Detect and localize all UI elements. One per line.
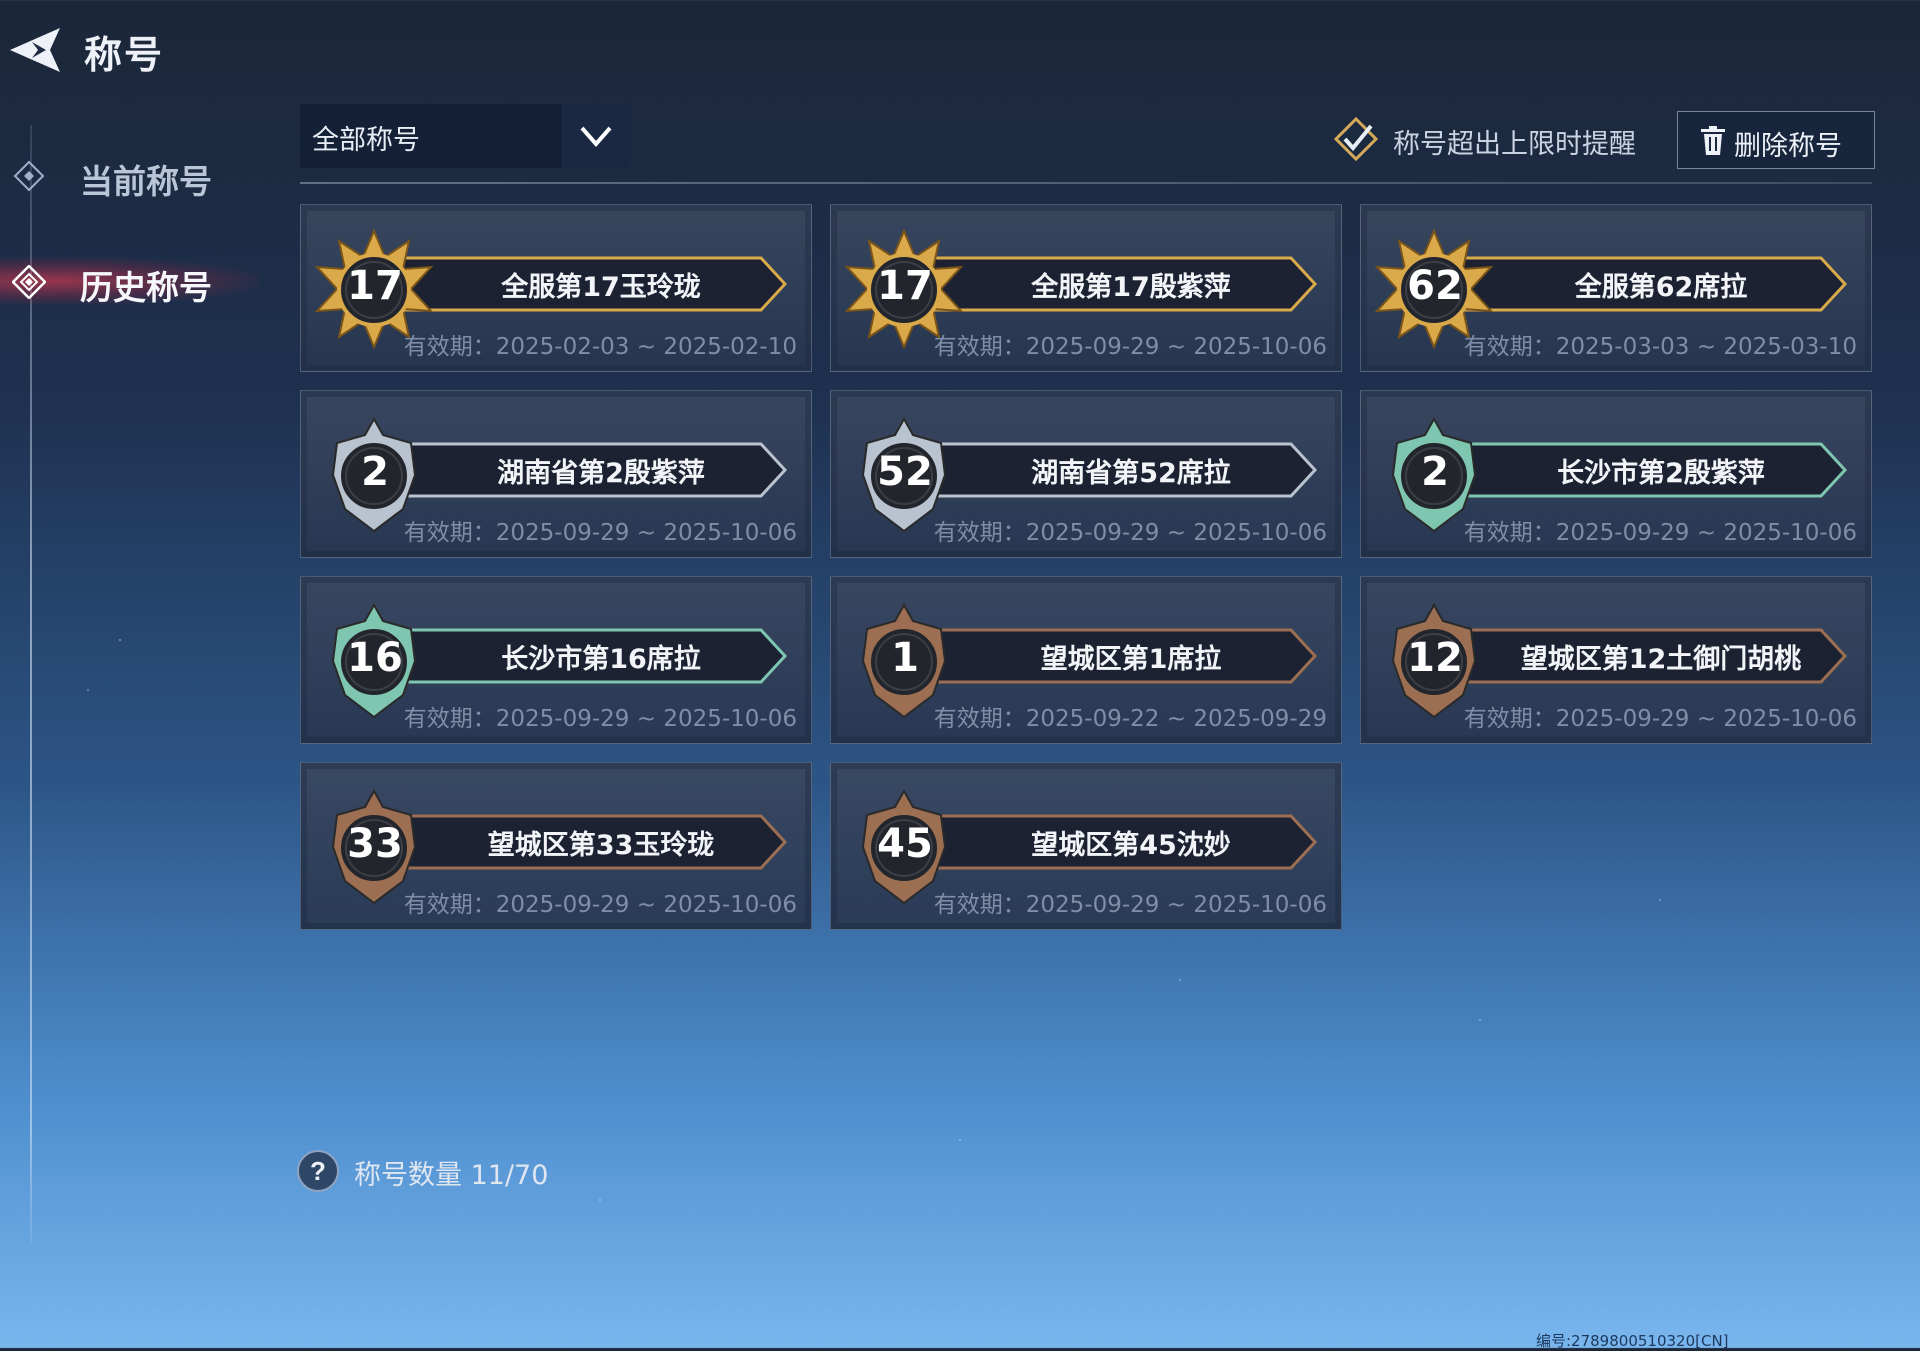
rank-number: 12: [1407, 635, 1463, 681]
title-name: 全服第17玉玲珑: [501, 272, 701, 303]
title-name: 望城区第12土御门胡桃: [1520, 644, 1802, 675]
page-title: 称号: [84, 33, 165, 77]
title-name: 湖南省第2殷紫萍: [497, 458, 705, 489]
rank-number: 1: [891, 635, 919, 681]
validity-period: 有效期：2025-09-29 ~ 2025-10-06: [933, 334, 1327, 360]
rank-number: 45: [877, 821, 933, 867]
delete-title-button[interactable]: 删除称号: [1677, 111, 1875, 169]
title-name: 长沙市第2殷紫萍: [1557, 458, 1765, 489]
title-name: 湖南省第52席拉: [1031, 458, 1231, 489]
rank-number: 62: [1407, 263, 1463, 309]
sidebar-item-label: 当前称号: [80, 162, 212, 201]
chevron-down-icon: [580, 126, 612, 148]
title-card[interactable]: 33 望城区第33玉玲珑 有效期：2025-09-29 ~ 2025-10-06: [300, 762, 812, 930]
title-card[interactable]: 17 全服第17殷紫萍 有效期：2025-09-29 ~ 2025-10-06: [830, 204, 1342, 372]
checkmark-diamond-icon: [1333, 116, 1379, 162]
dropdown-toggle[interactable]: [562, 104, 630, 168]
title-name: 全服第62席拉: [1574, 272, 1748, 303]
rank-number: 2: [361, 449, 389, 495]
title-card[interactable]: 2 长沙市第2殷紫萍 有效期：2025-09-29 ~ 2025-10-06: [1360, 390, 1872, 558]
rank-number: 33: [347, 821, 403, 867]
title-name: 望城区第45沈妙: [1031, 830, 1231, 861]
sidebar-item-label: 历史称号: [80, 268, 212, 307]
trash-icon: [1701, 126, 1725, 155]
title-card[interactable]: 45 望城区第45沈妙 有效期：2025-09-29 ~ 2025-10-06: [830, 762, 1342, 930]
title-card[interactable]: 16 长沙市第16席拉 有效期：2025-09-29 ~ 2025-10-06: [300, 576, 812, 744]
title-count-help-button[interactable]: ?: [296, 1149, 340, 1193]
toolbar-divider: [300, 182, 1872, 184]
title-name: 全服第17殷紫萍: [1031, 272, 1231, 303]
sidebar-item-current-titles[interactable]: 当前称号: [0, 145, 260, 205]
filter-selected-value: 全部称号: [312, 125, 420, 156]
validity-period: 有效期：2025-09-29 ~ 2025-10-06: [933, 520, 1327, 546]
rank-number: 52: [877, 449, 933, 495]
validity-period: 有效期：2025-09-29 ~ 2025-10-06: [933, 892, 1327, 918]
validity-period: 有效期：2025-09-29 ~ 2025-10-06: [403, 892, 797, 918]
rank-number: 17: [877, 263, 933, 309]
validity-period: 有效期：2025-09-29 ~ 2025-10-06: [403, 520, 797, 546]
title-card[interactable]: 2 湖南省第2殷紫萍 有效期：2025-09-29 ~ 2025-10-06: [300, 390, 812, 558]
validity-period: 有效期：2025-09-29 ~ 2025-10-06: [1463, 520, 1857, 546]
sidebar-item-history-titles[interactable]: 历史称号: [0, 251, 260, 311]
diamond-active-icon: [12, 265, 46, 299]
title-card[interactable]: 17 全服第17玉玲珑 有效期：2025-02-03 ~ 2025-02-10: [300, 204, 812, 372]
rank-number: 17: [347, 263, 403, 309]
title-count: 称号数量 11/70: [354, 1160, 549, 1191]
validity-period: 有效期：2025-02-03 ~ 2025-02-10: [403, 334, 797, 360]
reminder-label: 称号超出上限时提醒: [1393, 129, 1636, 160]
title-filter-dropdown[interactable]: 全部称号: [300, 104, 630, 168]
validity-period: 有效期：2025-09-29 ~ 2025-10-06: [403, 706, 797, 732]
validity-period: 有效期：2025-09-22 ~ 2025-09-29: [933, 706, 1327, 732]
title-card[interactable]: 12 望城区第12土御门胡桃 有效期：2025-09-29 ~ 2025-10-…: [1360, 576, 1872, 744]
back-button[interactable]: [2, 22, 64, 78]
title-name: 望城区第1席拉: [1040, 644, 1222, 675]
validity-period: 有效期：2025-03-03 ~ 2025-03-10: [1463, 334, 1857, 360]
question-icon: ?: [297, 1150, 339, 1192]
back-arrow-icon: [10, 28, 60, 72]
svg-text:?: ?: [310, 1156, 326, 1186]
delete-button-label: 删除称号: [1734, 131, 1842, 162]
rank-number: 16: [347, 635, 403, 681]
title-card[interactable]: 62 全服第62席拉 有效期：2025-03-03 ~ 2025-03-10: [1360, 204, 1872, 372]
rank-number: 2: [1421, 449, 1449, 495]
title-name: 望城区第33玉玲珑: [487, 830, 715, 861]
title-card[interactable]: 52 湖南省第52席拉 有效期：2025-09-29 ~ 2025-10-06: [830, 390, 1342, 558]
title-card[interactable]: 1 望城区第1席拉 有效期：2025-09-22 ~ 2025-09-29: [830, 576, 1342, 744]
title-name: 长沙市第16席拉: [501, 644, 701, 675]
validity-period: 有效期：2025-09-29 ~ 2025-10-06: [1463, 706, 1857, 732]
diamond-icon: [13, 160, 45, 192]
